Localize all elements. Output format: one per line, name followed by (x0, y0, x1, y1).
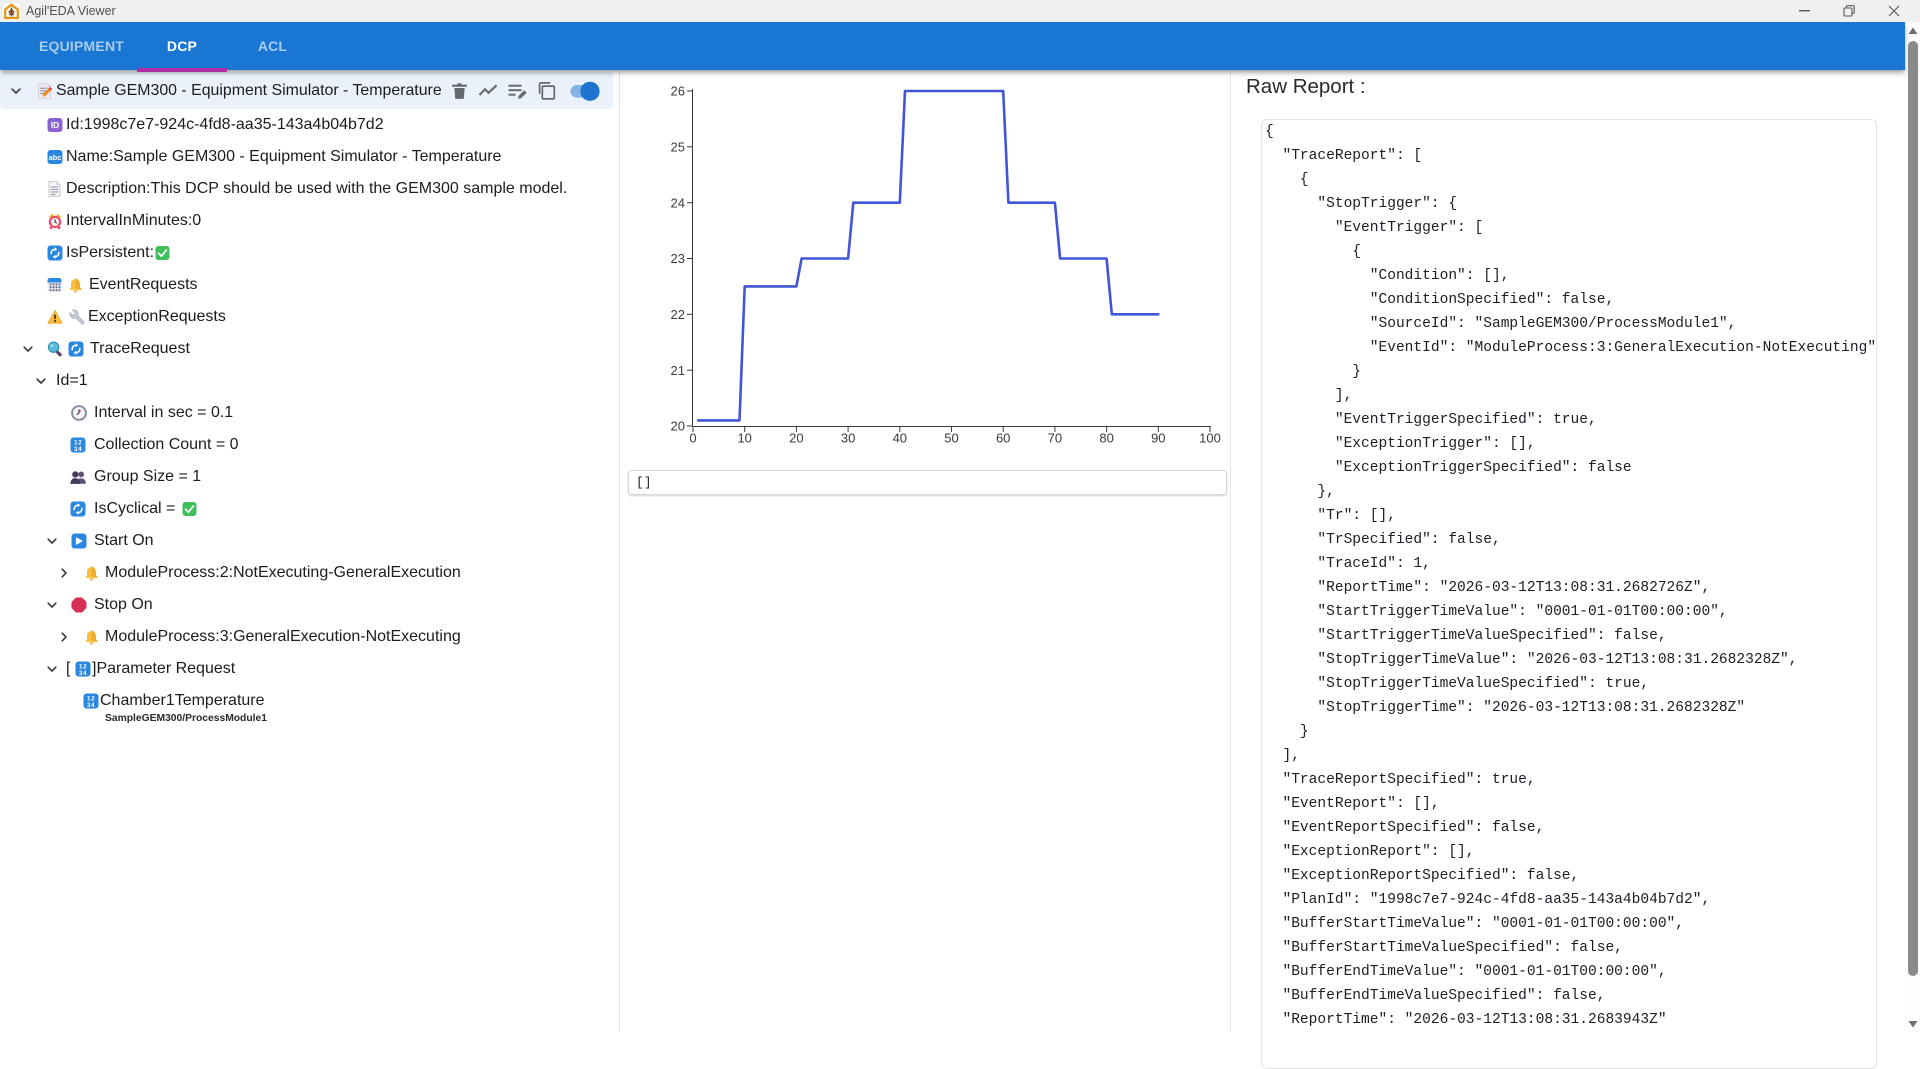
svg-text:30: 30 (841, 431, 855, 446)
svg-text:90: 90 (1151, 431, 1165, 446)
svg-text:26: 26 (671, 84, 685, 99)
svg-text:40: 40 (893, 431, 907, 446)
svg-text:20: 20 (671, 419, 685, 434)
svg-text:80: 80 (1099, 431, 1113, 446)
svg-text:25: 25 (671, 139, 685, 154)
svg-text:0: 0 (689, 431, 696, 446)
svg-text:20: 20 (789, 431, 803, 446)
svg-text:22: 22 (671, 307, 685, 322)
svg-text:34: 34 (74, 445, 82, 452)
svg-text:21: 21 (671, 363, 685, 378)
svg-text:100: 100 (1199, 431, 1221, 446)
svg-text:23: 23 (671, 251, 685, 266)
svg-text:34: 34 (79, 669, 87, 676)
svg-text:abc: abc (49, 152, 62, 161)
svg-text:34: 34 (87, 701, 95, 708)
svg-text:24: 24 (671, 195, 685, 210)
svg-text:50: 50 (944, 431, 958, 446)
svg-text:70: 70 (1048, 431, 1062, 446)
svg-text:60: 60 (996, 431, 1010, 446)
svg-text:10: 10 (737, 431, 751, 446)
svg-text:ID: ID (51, 120, 59, 130)
